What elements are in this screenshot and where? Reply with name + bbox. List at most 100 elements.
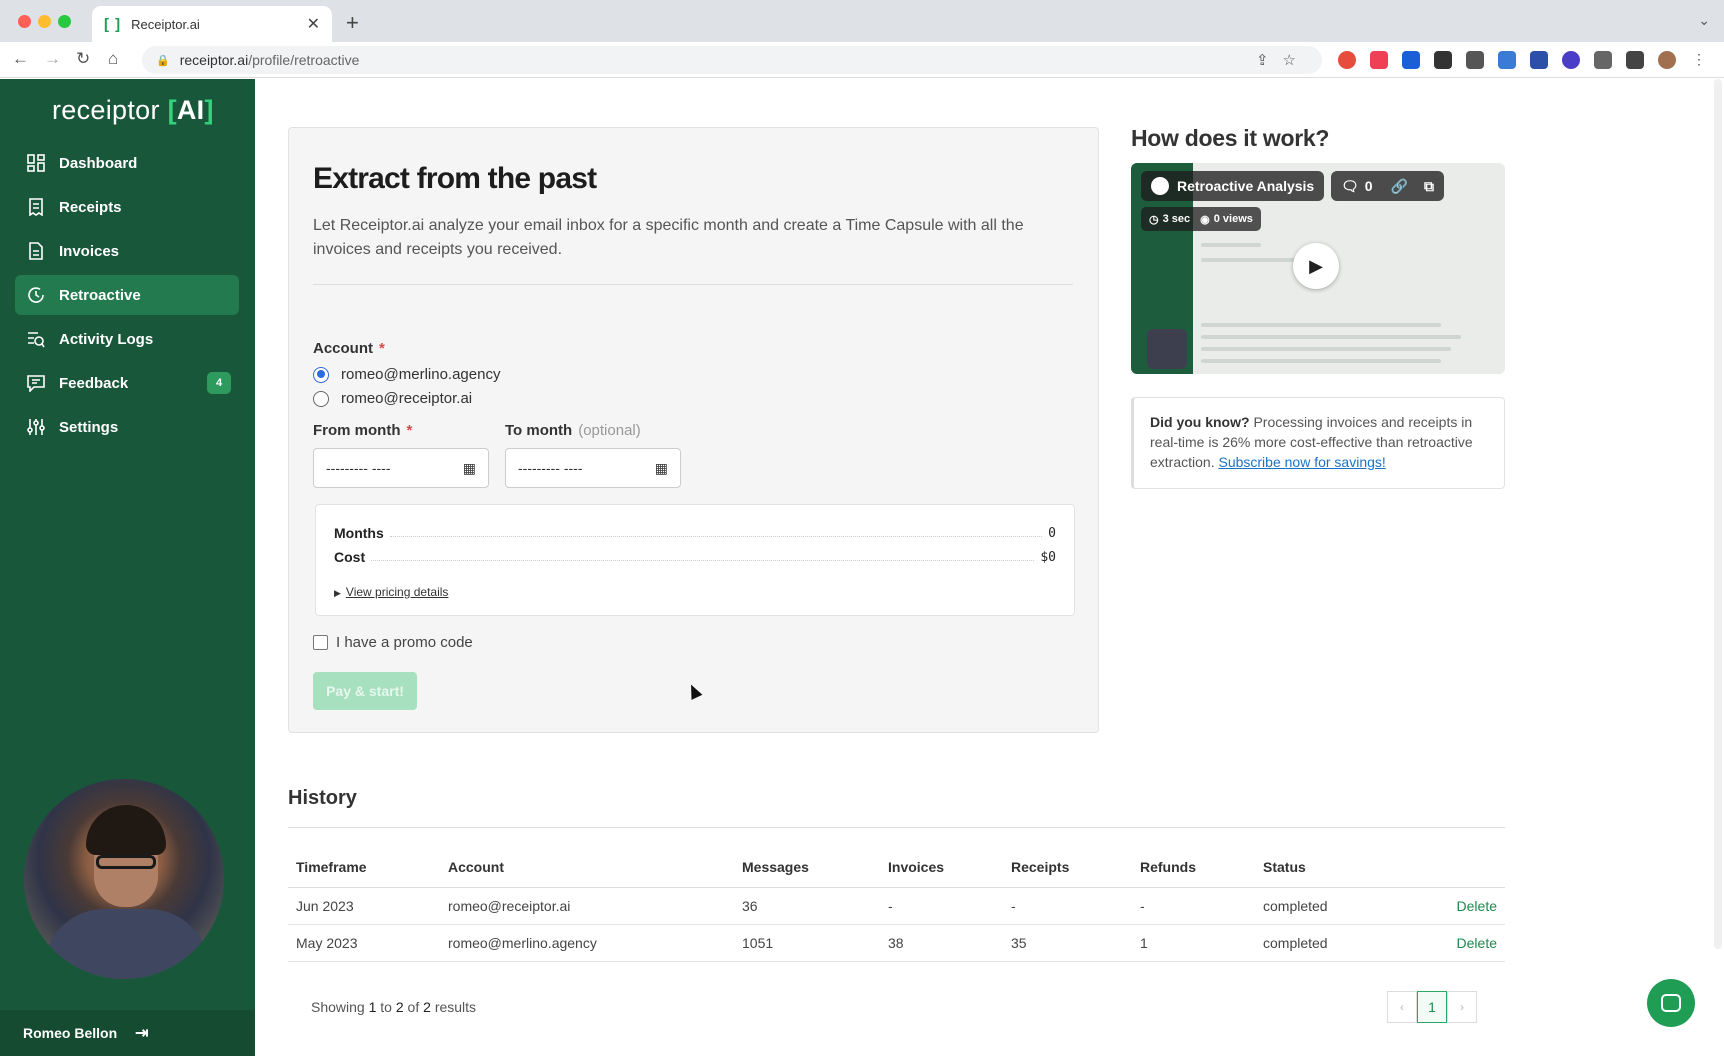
months-row: Months 0 [334, 525, 1056, 541]
calendar-icon[interactable]: ▦ [463, 460, 476, 477]
promo-checkbox[interactable] [313, 635, 328, 650]
extensions-area: ⋮ [1338, 51, 1708, 69]
sidebar-item-receipts[interactable]: Receipts [15, 187, 239, 227]
forward-icon[interactable]: → [44, 49, 61, 69]
column-header: Timeframe [288, 847, 440, 888]
column-header: Status [1255, 847, 1375, 888]
receipt-icon [25, 196, 47, 218]
video-actions-pill[interactable]: 🗨 0 🔗 ⧉ [1331, 171, 1445, 201]
user-bar: Romeo Bellon ⇥ [0, 1010, 255, 1056]
extension-icon[interactable] [1402, 51, 1420, 69]
close-window-button[interactable] [18, 15, 31, 28]
extension-icon[interactable] [1466, 51, 1484, 69]
chat-support-button[interactable] [1647, 979, 1695, 1027]
account-radio[interactable] [313, 390, 329, 407]
tab-title: Receiptor.ai [131, 16, 200, 32]
history-table: Timeframe Account Messages Invoices Rece… [288, 847, 1505, 962]
tab-close-icon[interactable]: ✕ [307, 14, 320, 34]
view-pricing-details[interactable]: ▶ View pricing details [334, 585, 448, 599]
menu-kebab-icon[interactable]: ⋮ [1690, 51, 1708, 69]
puzzle-extensions-icon[interactable] [1594, 51, 1612, 69]
pay-and-start-button[interactable]: Pay & start! [313, 672, 417, 710]
refunds-cell: - [1132, 887, 1255, 925]
promo-code-toggle[interactable]: I have a promo code [313, 634, 473, 651]
status-cell: completed [1255, 887, 1375, 925]
link-icon: 🔗 [1390, 177, 1409, 194]
pocket-extension-icon[interactable] [1370, 51, 1388, 69]
column-header: Invoices [880, 847, 1003, 888]
receipts-cell: - [1003, 887, 1132, 925]
receiptor-logo[interactable]: receiptor [AI] [52, 95, 214, 126]
chat-icon [1661, 994, 1681, 1012]
account-radio-selected[interactable] [313, 366, 329, 383]
account-cell: romeo@receiptor.ai [440, 887, 734, 925]
account-cell: romeo@merlino.agency [440, 924, 734, 962]
share-bookmark-icons[interactable]: ⇪☆ [1256, 51, 1310, 69]
messages-cell: 36 [734, 887, 880, 925]
sidebar-toggle-icon[interactable] [1626, 51, 1644, 69]
feedback-icon [25, 372, 47, 394]
account-option-merlino[interactable]: romeo@merlino.agency [313, 366, 500, 383]
subscribe-link[interactable]: Subscribe now for savings! [1218, 454, 1385, 470]
sidebar-item-invoices[interactable]: Invoices [15, 231, 239, 271]
extension-icon[interactable] [1562, 51, 1580, 69]
tab-list-chevron-icon[interactable]: ⌄ [1698, 12, 1710, 29]
scrollbar[interactable] [1714, 79, 1722, 949]
clock-icon: ◷ [1149, 213, 1159, 226]
timeframe-cell: Jun 2023 [288, 887, 440, 925]
invoice-icon [25, 240, 47, 262]
sidebar-item-retroactive[interactable]: Retroactive [15, 275, 239, 315]
browser-tab[interactable]: [ ] Receiptor.ai ✕ [92, 6, 332, 42]
account-option-receiptor[interactable]: romeo@receiptor.ai [313, 390, 472, 407]
profile-avatar-icon[interactable] [1658, 51, 1676, 69]
delete-link[interactable]: Delete [1375, 924, 1505, 962]
tutorial-video[interactable]: Retroactive Analysis 🗨 0 🔗 ⧉ ◷ 3 sec ◉ 0 vi… [1131, 163, 1505, 374]
sidebar-item-dashboard[interactable]: Dashboard [15, 143, 239, 183]
maximize-window-button[interactable] [58, 15, 71, 28]
main-content: Extract from the past Let Receiptor.ai a… [255, 79, 1724, 1056]
receiptor-favicon-icon: [ ] [104, 15, 122, 33]
next-page-button[interactable]: › [1447, 991, 1477, 1023]
invoices-cell: 38 [880, 924, 1003, 962]
back-icon[interactable]: ← [12, 49, 29, 69]
from-month-label: From month * [313, 422, 413, 439]
refunds-cell: 1 [1132, 924, 1255, 962]
how-it-works-title: How does it work? [1131, 125, 1330, 151]
sidebar-item-feedback[interactable]: Feedback 4 [15, 363, 239, 403]
open-external-icon: ⧉ [1424, 177, 1435, 194]
feedback-count-badge: 4 [207, 372, 231, 394]
column-header: Account [440, 847, 734, 888]
reload-icon[interactable]: ↻ [76, 49, 90, 69]
extension-icon[interactable] [1530, 51, 1548, 69]
play-icon[interactable]: ▶ [1293, 243, 1339, 289]
calendar-icon[interactable]: ▦ [655, 460, 668, 477]
sidebar-item-settings[interactable]: Settings [15, 407, 239, 447]
timeframe-cell: May 2023 [288, 924, 440, 962]
delete-link[interactable]: Delete [1375, 887, 1505, 925]
prev-page-button[interactable]: ‹ [1387, 991, 1417, 1023]
mouse-cursor-icon [685, 682, 703, 700]
browser-toolbar: ← → ↻ ⌂ 🔒 receiptor.ai/profile/retroacti… [0, 42, 1724, 78]
to-month-label: To month (optional) [505, 422, 641, 439]
page-button-current[interactable]: 1 [1417, 991, 1447, 1023]
settings-icon [25, 416, 47, 438]
account-label: Account * [313, 340, 385, 357]
extension-icon[interactable] [1498, 51, 1516, 69]
new-tab-button[interactable]: + [346, 10, 359, 36]
url-host: receiptor.ai [179, 52, 249, 68]
video-meta-pill: ◷ 3 sec ◉ 0 views [1141, 207, 1261, 231]
dashboard-icon [25, 152, 47, 174]
minimize-window-button[interactable] [38, 15, 51, 28]
sidebar-item-activity-logs[interactable]: Activity Logs [15, 319, 239, 359]
logout-icon[interactable]: ⇥ [135, 1023, 148, 1043]
address-bar[interactable]: 🔒 receiptor.ai/profile/retroactive ⇪☆ [142, 46, 1322, 74]
from-month-input[interactable]: --------- ---- ▦ [313, 448, 489, 488]
notion-extension-icon[interactable] [1434, 51, 1452, 69]
view-pricing-link[interactable]: View pricing details [346, 585, 449, 599]
table-header-row: Timeframe Account Messages Invoices Rece… [288, 847, 1505, 888]
home-icon[interactable]: ⌂ [108, 49, 118, 69]
status-cell: completed [1255, 924, 1375, 962]
to-month-input[interactable]: --------- ---- ▦ [505, 448, 681, 488]
extension-icon[interactable] [1338, 51, 1356, 69]
extract-card: Extract from the past Let Receiptor.ai a… [288, 127, 1099, 733]
